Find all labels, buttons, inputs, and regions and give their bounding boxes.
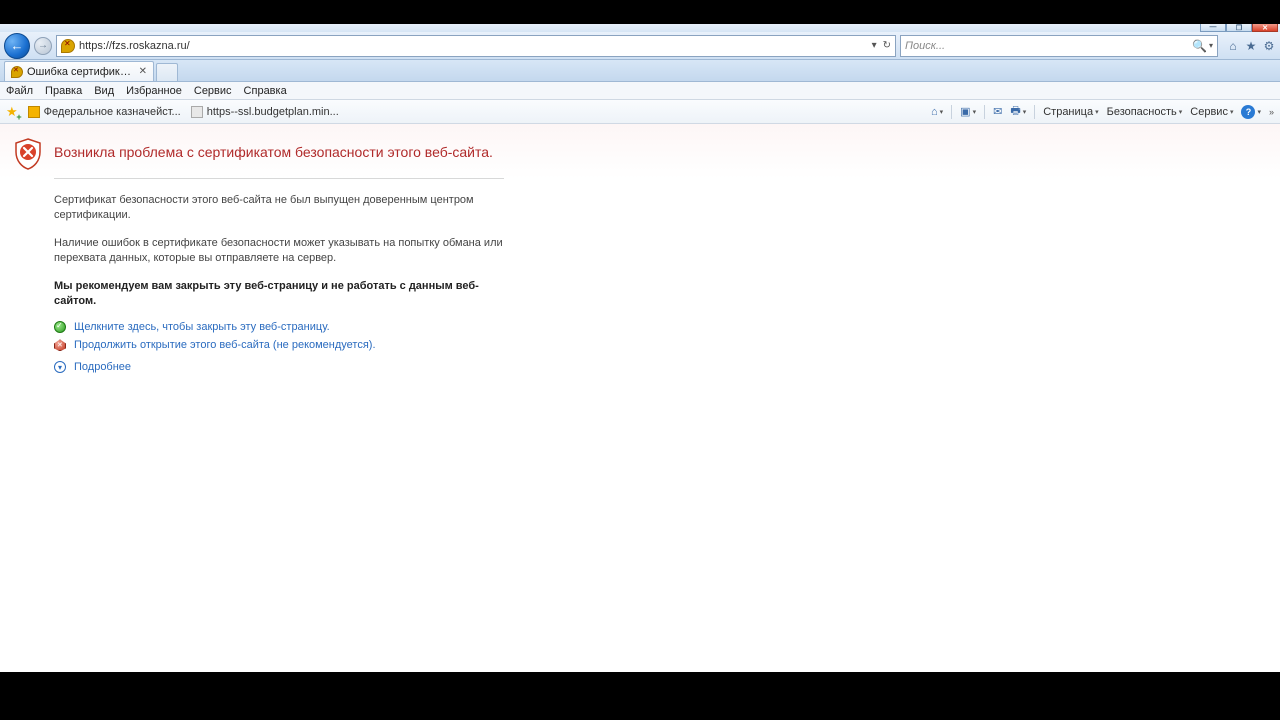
window-minimize-button[interactable]: —	[1200, 24, 1226, 32]
cmd-home[interactable]: ⌂▾	[931, 106, 943, 118]
menu-help[interactable]: Справка	[244, 85, 287, 97]
rss-icon: ▣	[960, 105, 970, 118]
back-button[interactable]: ←	[4, 33, 30, 59]
cert-error-icon	[61, 39, 75, 53]
more-info-link[interactable]: Подробнее	[74, 361, 131, 373]
navigation-bar: ← → ▾ ↻ 🔍 ▾ ⌂ ★ ⚙	[0, 32, 1280, 60]
favorite-item-2[interactable]: https--ssl.budgetplan.min...	[191, 106, 339, 118]
letterbox-top	[0, 0, 1280, 24]
favorite-label: Федеральное казначейст...	[44, 106, 181, 118]
help-icon: ?	[1241, 105, 1255, 119]
tools-icon[interactable]: ⚙	[1262, 39, 1276, 53]
page-icon	[191, 106, 203, 118]
address-controls: ▾ ↻	[872, 40, 891, 51]
more-info-row: ▾ Подробнее	[54, 361, 670, 373]
address-bar[interactable]: ▾ ↻	[56, 35, 896, 57]
mail-icon: ✉	[993, 105, 1002, 118]
letterbox-bottom	[0, 672, 1280, 720]
continue-link[interactable]: Продолжить открытие этого веб-сайта (не …	[74, 339, 376, 351]
new-tab-button[interactable]	[156, 63, 178, 81]
close-page-link[interactable]: Щелкните здесь, чтобы закрыть эту веб-ст…	[74, 321, 330, 333]
cmd-mail[interactable]: ✉	[993, 105, 1002, 118]
tab-title: Ошибка сертификата: пе...	[27, 66, 135, 78]
add-favorite-icon[interactable]: ★	[6, 104, 18, 120]
page-content: Возникла проблема с сертификатом безопас…	[0, 124, 1280, 672]
window-titlebar: — ❐ ✕	[0, 24, 1280, 32]
cmd-print[interactable]: 🖶▾	[1010, 102, 1026, 121]
refresh-icon[interactable]: ↻	[883, 40, 891, 51]
home-icon: ⌂	[931, 106, 938, 118]
menu-bar: Файл Правка Вид Избранное Сервис Справка	[0, 82, 1280, 100]
cmd-help[interactable]: ?▾	[1241, 105, 1261, 119]
chrome-right-icons: ⌂ ★ ⚙	[1222, 39, 1276, 53]
shield-icon	[14, 138, 42, 170]
expand-icon[interactable]: ▾	[54, 361, 66, 373]
search-bar[interactable]: 🔍 ▾	[900, 35, 1218, 57]
cmd-service-label: Сервис	[1190, 106, 1228, 118]
menu-favorites[interactable]: Избранное	[126, 85, 182, 97]
cert-error-recommendation: Мы рекомендуем вам закрыть эту веб-стран…	[54, 279, 514, 310]
cert-error-icon	[11, 66, 23, 78]
favorite-icon	[28, 106, 40, 118]
cmd-overflow[interactable]: »	[1269, 107, 1274, 117]
cmd-feeds[interactable]: ▣▾	[960, 105, 976, 118]
tab-close-icon[interactable]: ✕	[139, 66, 147, 77]
command-bar: ⌂▾ ▣▾ ✉ 🖶▾ Страница▾ Безопасность▾ Серви…	[931, 102, 1274, 121]
browser-window: — ❐ ✕ ← → ▾ ↻ 🔍 ▾ ⌂ ★ ⚙ О	[0, 24, 1280, 672]
search-dropdown-icon[interactable]: ▾	[1209, 41, 1213, 50]
home-icon[interactable]: ⌂	[1226, 39, 1240, 53]
menu-edit[interactable]: Правка	[45, 85, 82, 97]
menu-view[interactable]: Вид	[94, 85, 114, 97]
cert-error-page: Возникла проблема с сертификатом безопас…	[0, 124, 690, 399]
tab-active[interactable]: Ошибка сертификата: пе... ✕	[4, 61, 154, 81]
continue-row: Продолжить открытие этого веб-сайта (не …	[54, 339, 670, 351]
cmd-safety-label: Безопасность	[1107, 106, 1177, 118]
cmd-page-label: Страница	[1043, 106, 1093, 118]
cmd-service[interactable]: Сервис▾	[1190, 106, 1233, 118]
cert-error-reason: Сертификат безопасности этого веб-сайта …	[54, 193, 514, 224]
favorite-label: https--ssl.budgetplan.min...	[207, 106, 339, 118]
divider	[54, 178, 504, 179]
address-dropdown-icon[interactable]: ▾	[872, 40, 877, 51]
menu-file[interactable]: Файл	[6, 85, 33, 97]
close-page-row: Щелкните здесь, чтобы закрыть эту веб-ст…	[54, 321, 670, 333]
cmd-page[interactable]: Страница▾	[1043, 106, 1098, 118]
address-input[interactable]	[79, 37, 872, 55]
favorites-icon[interactable]: ★	[1244, 39, 1258, 53]
tab-strip: Ошибка сертификата: пе... ✕	[0, 60, 1280, 82]
search-icon[interactable]: 🔍	[1192, 39, 1207, 53]
check-icon	[54, 321, 66, 333]
menu-tools[interactable]: Сервис	[194, 85, 232, 97]
cmd-safety[interactable]: Безопасность▾	[1107, 106, 1183, 118]
print-icon: 🖶	[1010, 102, 1020, 121]
favorite-item-1[interactable]: Федеральное казначейст...	[28, 106, 181, 118]
favorites-bar: ★ Федеральное казначейст... https--ssl.b…	[0, 100, 1280, 124]
cert-error-title: Возникла проблема с сертификатом безопас…	[54, 138, 670, 160]
search-input[interactable]	[905, 37, 1188, 55]
window-close-button[interactable]: ✕	[1252, 24, 1278, 32]
cert-error-warning: Наличие ошибок в сертификате безопасност…	[54, 236, 514, 267]
window-restore-button[interactable]: ❐	[1226, 24, 1252, 32]
forward-button[interactable]: →	[34, 37, 52, 55]
warning-icon	[54, 339, 66, 351]
